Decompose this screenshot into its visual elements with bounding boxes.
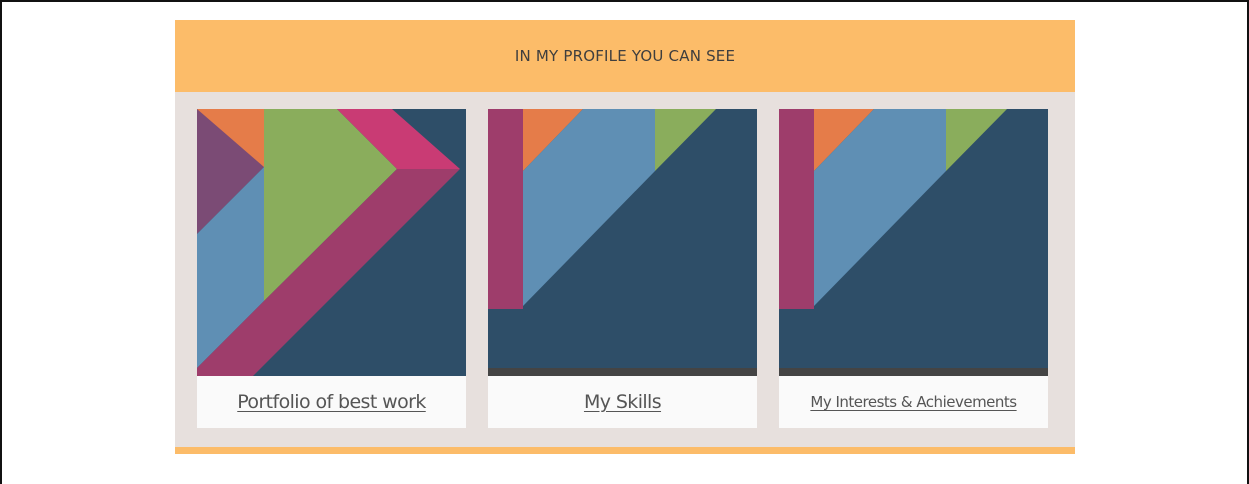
- card-interests[interactable]: My Interests & Achievements: [779, 109, 1048, 428]
- skills-link[interactable]: My Skills: [584, 391, 662, 413]
- geometric-tangram-art-icon[interactable]: [197, 109, 466, 376]
- geometric-tangram-art-icon[interactable]: [488, 109, 757, 376]
- section-title: IN MY PROFILE YOU CAN SEE: [514, 47, 736, 65]
- card-caption: My Interests & Achievements: [779, 376, 1048, 428]
- profile-section: IN MY PROFILE YOU CAN SEE Portfolio of b…: [175, 20, 1075, 454]
- card-caption: My Skills: [488, 376, 757, 428]
- interests-achievements-link[interactable]: My Interests & Achievements: [810, 393, 1017, 411]
- portfolio-link[interactable]: Portfolio of best work: [237, 391, 426, 413]
- card-caption: Portfolio of best work: [197, 376, 466, 428]
- image-divider-bar: [779, 368, 1048, 376]
- card-portfolio[interactable]: Portfolio of best work: [197, 109, 466, 428]
- section-footer-bar: [175, 447, 1075, 454]
- geometric-tangram-art-icon[interactable]: [779, 109, 1048, 376]
- card-skills[interactable]: My Skills: [488, 109, 757, 428]
- image-divider-bar: [488, 368, 757, 376]
- section-header: IN MY PROFILE YOU CAN SEE: [175, 20, 1075, 92]
